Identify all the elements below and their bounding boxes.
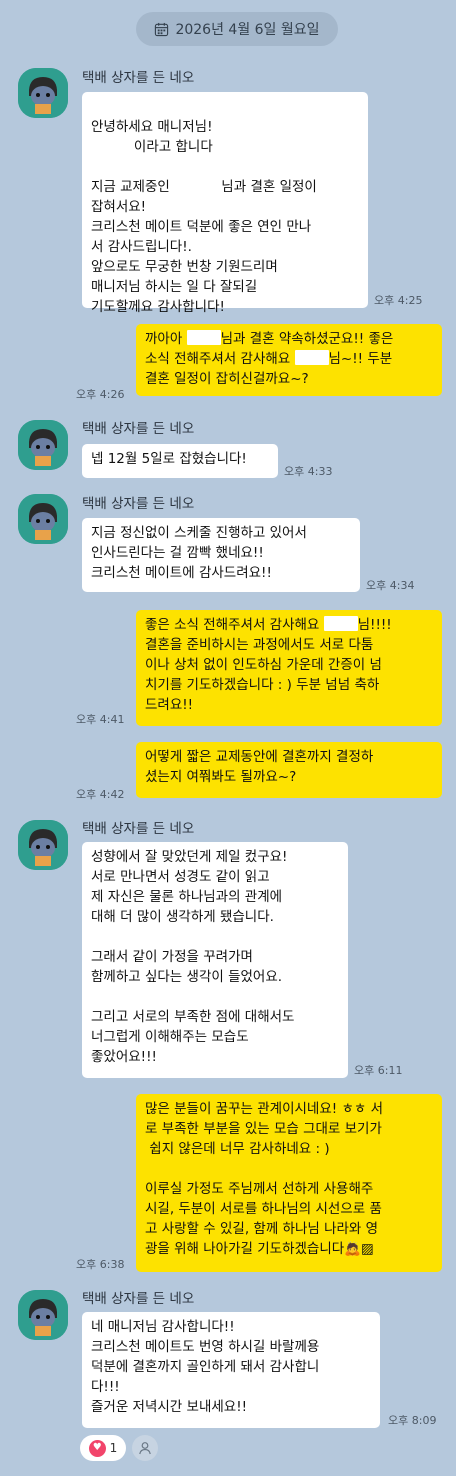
sender-name: 택배 상자를 든 네오 xyxy=(82,496,195,512)
date-divider: 2026년 4월 6일 월요일 xyxy=(136,12,338,46)
sticker-emoji-icon: ▨ xyxy=(361,1241,374,1257)
sender-name: 택배 상자를 든 네오 xyxy=(82,421,195,437)
neo-character-icon xyxy=(18,494,68,544)
message-bubble-outgoing[interactable]: 어떻게 짧은 교제동안에 결혼까지 결정하 셨는지 여쭤봐도 될까요~? xyxy=(136,742,442,798)
neo-character-icon xyxy=(18,420,68,470)
message-bubble-incoming[interactable]: 넵 12월 5일로 잡혔습니다! xyxy=(82,444,278,478)
neo-character-icon xyxy=(18,1290,68,1340)
add-reaction-button[interactable] xyxy=(132,1435,158,1461)
message-time: 오후 4:25 xyxy=(374,294,423,307)
bow-emoji-icon: 🙇 xyxy=(344,1241,361,1257)
sender-name: 택배 상자를 든 네오 xyxy=(82,70,195,86)
redacted-name xyxy=(323,616,358,631)
message-bubble-outgoing[interactable]: 좋은 소식 전해주셔서 감사해요 님!!!! 결혼을 준비하시는 과정에서도 서… xyxy=(136,610,442,726)
neo-character-icon xyxy=(18,820,68,870)
avatar[interactable] xyxy=(18,68,68,118)
redacted-name xyxy=(186,330,221,345)
message-time: 오후 4:34 xyxy=(366,579,415,592)
message-bubble-outgoing[interactable]: 많은 분들이 꿈꾸는 관계이시네요! ㅎㅎ 서 로 부족한 부분을 있는 모습 … xyxy=(136,1094,442,1272)
avatar[interactable] xyxy=(18,1290,68,1340)
person-icon xyxy=(139,1442,151,1455)
sender-name: 택배 상자를 든 네오 xyxy=(82,1291,195,1307)
redacted-name xyxy=(294,350,329,365)
message-bubble-incoming[interactable]: 성향에서 잘 맞았던게 제일 컸구요! 서로 만나면서 성경도 같이 읽고 제 … xyxy=(82,842,348,1078)
message-bubble-incoming[interactable]: 지금 정신없이 스케줄 진행하고 있어서 인사드린다는 걸 깜빡 했네요!! 크… xyxy=(82,518,360,592)
message-time: 오후 4:41 xyxy=(76,713,125,726)
avatar[interactable] xyxy=(18,420,68,470)
message-time: 오후 6:38 xyxy=(76,1258,125,1271)
reaction-button[interactable]: ♥ 1 xyxy=(80,1435,126,1461)
message-bubble-outgoing[interactable]: 까아아 님과 결혼 약속하셨군요!! 좋은 소식 전해주셔서 감사해요 님~!!… xyxy=(136,324,442,396)
avatar[interactable] xyxy=(18,820,68,870)
message-bubble-incoming[interactable]: 안녕하세요 매니저님! 이라고 합니다 지금 교제중인 님과 결혼 일정이 잡혀… xyxy=(82,92,368,315)
calendar-icon xyxy=(155,22,169,36)
message-time: 오후 4:33 xyxy=(284,465,333,478)
message-time: 오후 4:42 xyxy=(76,788,125,801)
neo-character-icon xyxy=(18,68,68,118)
heart-icon: ♥ xyxy=(88,1439,106,1457)
avatar[interactable] xyxy=(18,494,68,544)
reaction-count: 1 xyxy=(109,1441,118,1455)
date-text: 2026년 4월 6일 월요일 xyxy=(175,22,320,38)
message-time: 오후 4:26 xyxy=(76,388,125,401)
message-time: 오후 6:11 xyxy=(354,1064,403,1077)
message-time: 오후 8:09 xyxy=(388,1414,437,1427)
message-bubble-incoming[interactable]: 네 매니저님 감사합니다!! 크리스천 메이트도 번영 하시길 바랄께용 덕분에… xyxy=(82,1312,380,1428)
sender-name: 택배 상자를 든 네오 xyxy=(82,821,195,837)
